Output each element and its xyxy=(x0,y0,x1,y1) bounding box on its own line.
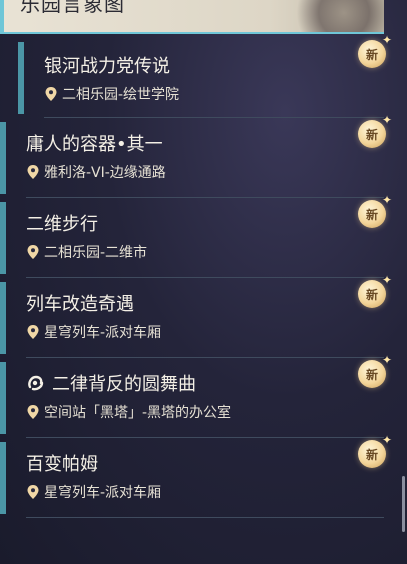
new-badge: 新 ✦ xyxy=(358,34,392,68)
quest-location: 空间站「黑塔」-黑塔的办公室 xyxy=(26,402,231,422)
item-accent-bar xyxy=(0,282,6,354)
sparkle-icon: ✦ xyxy=(381,33,392,47)
quest-location-text: 雅利洛-VI-边缘通路 xyxy=(44,165,166,181)
quest-location: 二相乐园-绘世学院 xyxy=(44,84,179,104)
quest-item[interactable]: 银河战力党传说 二相乐园-绘世学院 新 ✦ xyxy=(0,34,396,118)
quest-name: 百变帕姆 xyxy=(26,454,98,475)
header-decoration xyxy=(284,0,384,32)
quest-item[interactable]: 列车改造奇遇 星穹列车-派对车厢 新 ✦ xyxy=(0,274,396,358)
new-badge: 新 ✦ xyxy=(358,354,392,388)
quest-glyph-icon xyxy=(28,375,44,391)
new-badge: 新 ✦ xyxy=(358,274,392,308)
new-badge: 新 ✦ xyxy=(358,194,392,228)
item-accent-bar xyxy=(0,442,6,514)
quest-list: 银河战力党传说 二相乐园-绘世学院 新 ✦ 庸人的容器•其一 雅利洛-VI-边缘通… xyxy=(0,34,396,518)
location-pin-icon xyxy=(45,87,57,101)
category-header[interactable]: 乐园言象图 xyxy=(0,0,384,34)
sparkle-icon: ✦ xyxy=(381,273,392,287)
quest-name: 银河战力党传说 xyxy=(44,56,170,77)
quest-location: 星穹列车-派对车厢 xyxy=(26,482,161,502)
item-accent-bar xyxy=(0,122,6,194)
item-accent-bar xyxy=(0,202,6,274)
sparkle-icon: ✦ xyxy=(381,353,392,367)
sparkle-icon: ✦ xyxy=(381,433,392,447)
quest-item[interactable]: 庸人的容器•其一 雅利洛-VI-边缘通路 新 ✦ xyxy=(0,114,396,198)
location-pin-icon xyxy=(27,325,39,339)
quest-item[interactable]: 二律背反的圆舞曲 空间站「黑塔」-黑塔的办公室 新 ✦ xyxy=(0,354,396,438)
location-pin-icon xyxy=(27,405,39,419)
quest-name: 列车改造奇遇 xyxy=(26,294,134,315)
scrollbar[interactable] xyxy=(402,476,405,532)
quest-location-text: 星穹列车-派对车厢 xyxy=(44,325,162,341)
quest-name: 二维步行 xyxy=(26,214,98,235)
quest-location-text: 星穹列车-派对车厢 xyxy=(44,485,162,501)
item-accent-bar xyxy=(18,42,24,114)
category-title: 乐园言象图 xyxy=(20,0,125,16)
location-pin-icon xyxy=(27,245,39,259)
quest-item[interactable]: 百变帕姆 星穹列车-派对车厢 新 ✦ xyxy=(0,434,396,518)
item-accent-bar xyxy=(0,362,6,434)
quest-location: 二相乐园-二维市 xyxy=(26,242,147,262)
location-pin-icon xyxy=(27,485,39,499)
quest-location-text: 二相乐园-二维市 xyxy=(44,245,148,261)
location-pin-icon xyxy=(27,165,39,179)
quest-location: 星穹列车-派对车厢 xyxy=(26,322,161,342)
header-accent xyxy=(0,0,4,32)
divider xyxy=(26,517,384,518)
quest-location: 雅利洛-VI-边缘通路 xyxy=(26,162,166,182)
quest-name: 二律背反的圆舞曲 xyxy=(26,370,196,396)
quest-item[interactable]: 二维步行 二相乐园-二维市 新 ✦ xyxy=(0,194,396,278)
new-badge: 新 ✦ xyxy=(358,434,392,468)
quest-location-text: 二相乐园-绘世学院 xyxy=(62,87,180,103)
sparkle-icon: ✦ xyxy=(381,113,392,127)
quest-name-text: 二律背反的圆舞曲 xyxy=(52,374,196,395)
quest-location-text: 空间站「黑塔」-黑塔的办公室 xyxy=(44,405,232,421)
quest-name: 庸人的容器•其一 xyxy=(26,134,163,155)
sparkle-icon: ✦ xyxy=(381,193,392,207)
new-badge: 新 ✦ xyxy=(358,114,392,148)
